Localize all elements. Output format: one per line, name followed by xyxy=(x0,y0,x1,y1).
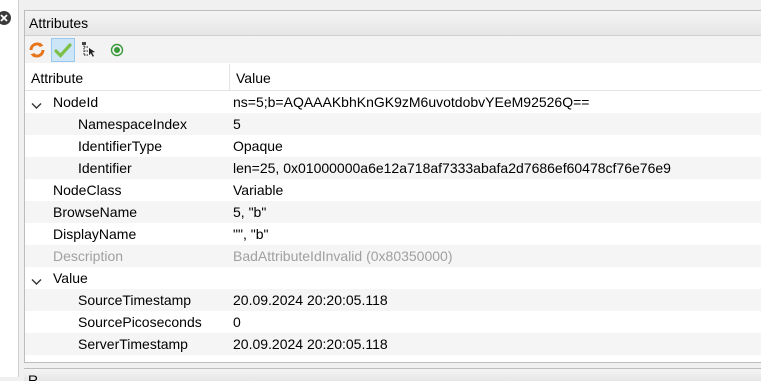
attribute-row[interactable]: NamespaceIndex 5 xyxy=(25,113,761,135)
refresh-icon xyxy=(29,42,45,58)
toolbar xyxy=(25,36,761,63)
attribute-value: Variable xyxy=(233,182,284,198)
tree-select-icon xyxy=(82,42,95,57)
attribute-row[interactable]: BrowseName 5, "b" xyxy=(25,201,761,223)
attribute-value: 20.09.2024 20:20:05.118 xyxy=(233,292,388,308)
check-icon xyxy=(54,43,72,58)
left-panel xyxy=(0,0,19,377)
attribute-row[interactable]: SourcePicoseconds 0 xyxy=(25,311,761,333)
panel-title: Attributes xyxy=(29,15,89,31)
attribute-name: BrowseName xyxy=(53,204,138,220)
attribute-value: ns=5;b=AQAAAKbhKnGK9zM6uvotdobvYEeM92526… xyxy=(233,94,590,110)
column-header-value[interactable]: Value xyxy=(236,70,271,86)
attribute-value: 5 xyxy=(233,116,241,132)
panel-header: Attributes xyxy=(25,11,761,36)
attribute-name: IdentifierType xyxy=(78,138,163,154)
attribute-row[interactable]: SourceTimestamp 20.09.2024 20:20:05.118 xyxy=(25,289,761,311)
check-button[interactable] xyxy=(51,38,75,62)
attribute-name: DisplayName xyxy=(53,226,137,242)
attribute-row[interactable]: Value xyxy=(25,267,761,289)
attribute-value: BadAttributeIdInvalid (0x80350000) xyxy=(233,248,453,264)
attribute-row[interactable]: IdentifierType Opaque xyxy=(25,135,761,157)
attribute-row[interactable]: NodeClass Variable xyxy=(25,179,761,201)
column-divider[interactable] xyxy=(229,64,230,90)
attribute-row[interactable]: Identifier len=25, 0x01000000a6e12a718af7… xyxy=(25,157,761,179)
attribute-name: Value xyxy=(53,270,88,286)
radio-target-icon xyxy=(110,43,124,57)
attribute-row[interactable]: ServerTimestamp 20.09.2024 20:20:05.118 xyxy=(25,333,761,355)
radio-target-button[interactable] xyxy=(105,38,129,62)
attribute-name: Identifier xyxy=(78,160,132,176)
attribute-value: "", "b" xyxy=(233,226,269,242)
attribute-value: len=25, 0x01000000a6e12a718af7333abafa2d… xyxy=(233,160,671,176)
attribute-name: SourcePicoseconds xyxy=(78,314,202,330)
grid-header: Attribute Value xyxy=(25,64,761,91)
attribute-row[interactable]: Description BadAttributeIdInvalid (0x8035… xyxy=(25,245,761,267)
attribute-value: 20.09.2024 20:20:05.118 xyxy=(233,336,388,352)
attribute-value: 5, "b" xyxy=(233,204,267,220)
tree-select-button[interactable] xyxy=(77,38,101,62)
chevron-down-icon[interactable] xyxy=(31,97,42,113)
attribute-name: SourceTimestamp xyxy=(78,292,192,308)
attribute-value: Opaque xyxy=(233,138,283,154)
attribute-name: NodeClass xyxy=(53,182,122,198)
attribute-name: NamespaceIndex xyxy=(78,116,187,132)
column-header-attribute[interactable]: Attribute xyxy=(31,70,83,86)
attributes-panel: Attributes Attribute Value NodeId ns=5;b… xyxy=(24,10,761,363)
attribute-name: ServerTimestamp xyxy=(78,336,188,352)
close-icon[interactable] xyxy=(0,11,11,25)
refresh-button[interactable] xyxy=(25,38,49,62)
bottom-panel-header[interactable]: R... xyxy=(24,368,761,381)
attribute-row[interactable]: NodeId ns=5;b=AQAAAKbhKnGK9zM6uvotdobvYEe… xyxy=(25,91,761,113)
attributes-grid: Attribute Value NodeId ns=5;b=AQAAAKbhKnG… xyxy=(25,64,761,362)
attribute-name: Description xyxy=(53,248,124,264)
attribute-row[interactable]: DisplayName "", "b" xyxy=(25,223,761,245)
chevron-down-icon[interactable] xyxy=(31,273,42,289)
attribute-value: 0 xyxy=(233,314,241,330)
attribute-name: NodeId xyxy=(53,94,99,110)
